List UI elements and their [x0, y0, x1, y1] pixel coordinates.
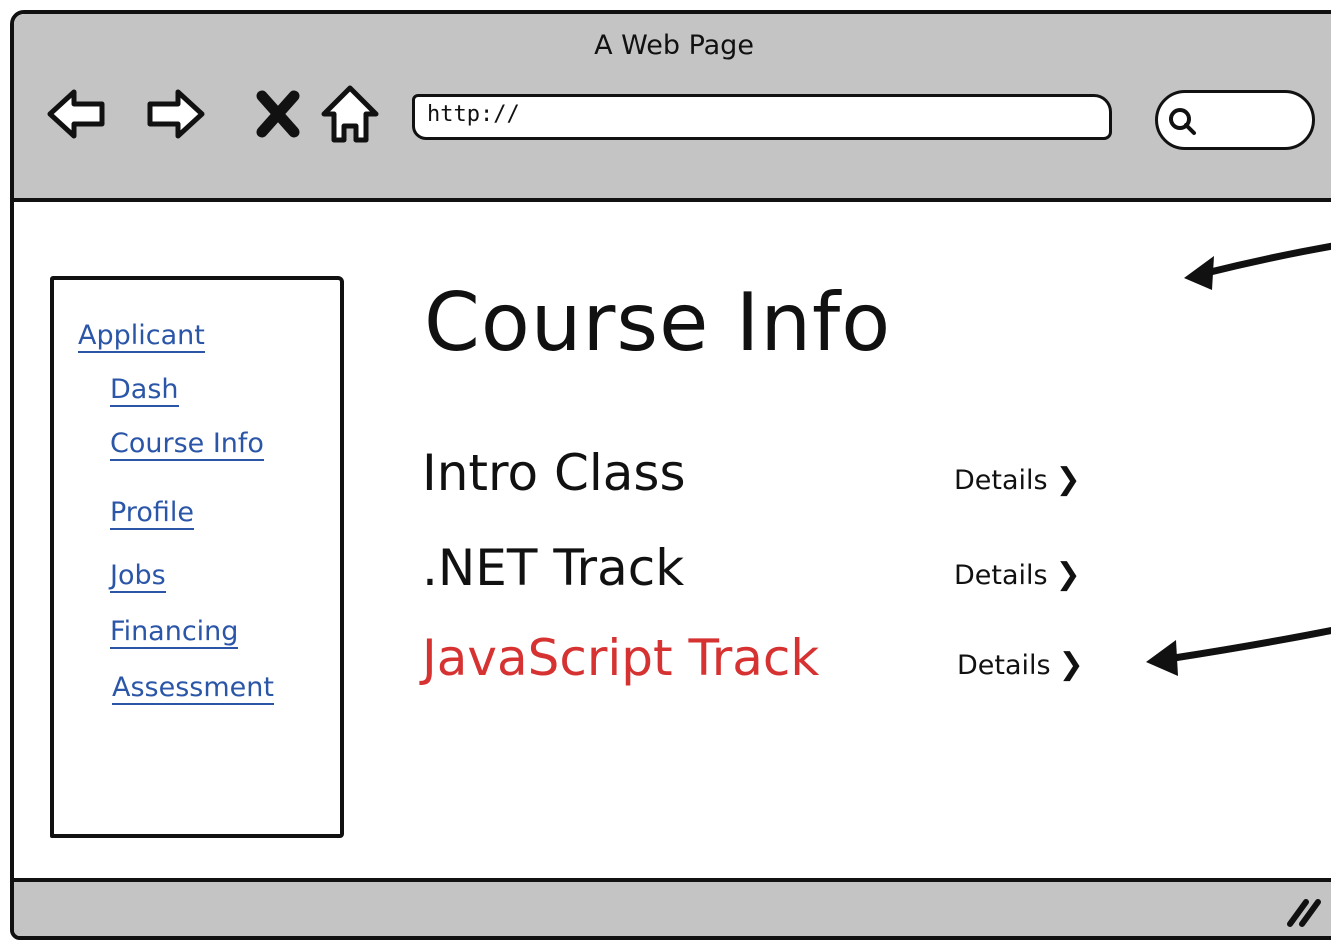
- chevron-right-icon: ❯: [1058, 647, 1084, 682]
- address-value: http://: [427, 102, 520, 127]
- forward-arrow-icon[interactable]: [144, 82, 208, 146]
- status-bar: [14, 878, 1331, 936]
- browser-window: A Web Page http:// Applicant Dash Course…: [10, 10, 1331, 940]
- back-arrow-icon[interactable]: [44, 82, 108, 146]
- details-label: Details: [957, 650, 1051, 681]
- resize-grip-icon[interactable]: [1284, 894, 1324, 928]
- sidebar-item-financing[interactable]: Financing: [110, 616, 239, 650]
- search-input[interactable]: [1155, 90, 1315, 150]
- details-link-javascript[interactable]: Details ❯: [957, 647, 1084, 682]
- sidebar-item-profile[interactable]: Profile: [110, 497, 194, 531]
- annotation-arrow-icon: [1146, 627, 1331, 676]
- page-title: Course Info: [424, 276, 892, 369]
- close-icon[interactable]: [246, 82, 310, 146]
- sidebar-item-assessment[interactable]: Assessment: [112, 672, 274, 706]
- details-label: Details: [954, 465, 1048, 496]
- chevron-right-icon: ❯: [1055, 557, 1081, 592]
- address-bar[interactable]: http://: [412, 94, 1112, 140]
- browser-toolbar: A Web Page http://: [14, 14, 1331, 202]
- course-name-dotnet: .NET Track: [422, 539, 685, 597]
- course-name-intro: Intro Class: [422, 444, 686, 502]
- browser-mockup: A Web Page http:// Applicant Dash Course…: [0, 0, 1331, 947]
- sidebar-item-jobs[interactable]: Jobs: [110, 560, 166, 594]
- sidebar: Applicant Dash Course Info Profile Jobs …: [50, 276, 344, 838]
- details-link-dotnet[interactable]: Details ❯: [954, 557, 1081, 592]
- sidebar-item-applicant[interactable]: Applicant: [78, 320, 205, 354]
- details-label: Details: [954, 560, 1048, 591]
- annotation-arrow-icon: [1184, 242, 1331, 290]
- details-link-intro[interactable]: Details ❯: [954, 462, 1081, 497]
- search-icon: [1169, 108, 1196, 135]
- window-title: A Web Page: [594, 30, 754, 61]
- sidebar-item-dash[interactable]: Dash: [110, 374, 179, 408]
- chevron-right-icon: ❯: [1055, 462, 1081, 497]
- course-name-javascript: JavaScript Track: [422, 629, 820, 687]
- sidebar-item-course-info[interactable]: Course Info: [110, 428, 264, 462]
- home-icon[interactable]: [318, 82, 382, 146]
